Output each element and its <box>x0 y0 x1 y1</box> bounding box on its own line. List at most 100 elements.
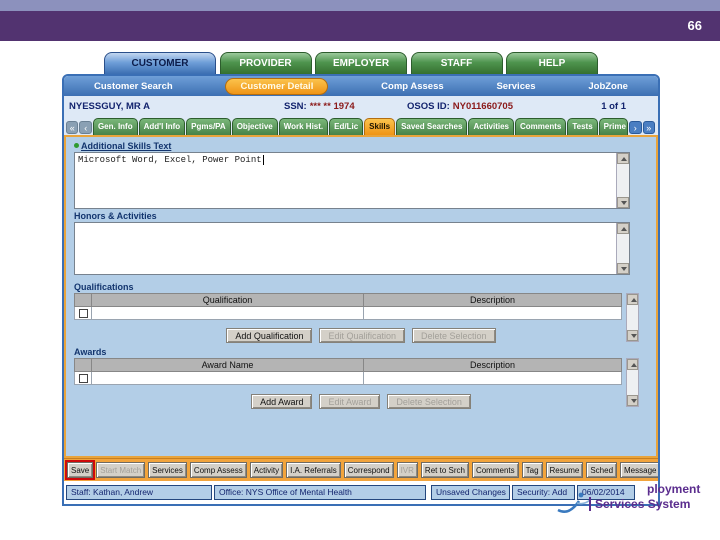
add-qualification-button[interactable]: Add Qualification <box>226 328 313 343</box>
subtab-ed-lic[interactable]: Ed/Lic <box>329 118 364 135</box>
save-button[interactable]: Save <box>64 460 96 480</box>
additional-skills-label: Additional Skills Text <box>74 141 656 151</box>
qual-name-cell[interactable] <box>92 307 364 320</box>
subtab-addl-info[interactable]: Add'l Info <box>138 118 186 135</box>
qualification-buttons: Add Qualification Edit Qualification Del… <box>66 328 656 343</box>
return-to-search-button[interactable]: Ret to Srch <box>420 462 469 478</box>
nav-customer-detail[interactable]: Customer Detail <box>225 77 329 95</box>
delete-award-button: Delete Selection <box>387 394 471 409</box>
honors-activities-label: Honors & Activities <box>74 211 157 221</box>
osos-logo-text-bottom: Services System <box>589 497 690 511</box>
subtab-saved-searches[interactable]: Saved Searches <box>396 118 468 135</box>
scroll-up-icon[interactable] <box>617 223 629 234</box>
comments-button[interactable]: Comments <box>471 462 519 478</box>
message-button[interactable]: Message <box>620 462 658 478</box>
subtab-work-hist[interactable]: Work Hist. <box>278 118 329 135</box>
subtab-comments[interactable]: Comments <box>515 118 567 135</box>
add-award-button[interactable]: Add Award <box>251 394 313 409</box>
customer-name: NYESSGUY, MR A <box>69 100 150 112</box>
osos-logo-swoosh-icon <box>556 488 592 523</box>
slide-page-number: 66 <box>687 18 702 33</box>
scroll-up-icon[interactable] <box>627 294 638 305</box>
services-button[interactable]: Services <box>148 462 187 478</box>
textarea-scrollbar[interactable] <box>616 153 629 208</box>
scroll-up-icon[interactable] <box>627 359 638 370</box>
customer-info-bar: NYESSGUY, MR A SSN: *** ** 1974 OSOS ID: N… <box>64 96 658 116</box>
subtab-prime[interactable]: Prime <box>598 118 629 135</box>
row-checkbox[interactable] <box>78 308 88 318</box>
qual-select-column-header <box>74 293 92 307</box>
scroll-down-icon[interactable] <box>617 197 629 208</box>
tab-provider[interactable]: PROVIDER <box>219 52 312 74</box>
subtab-skills[interactable]: Skills <box>364 118 396 135</box>
osos-application-window: CUSTOMER PROVIDER EMPLOYER STAFF HELP Cu… <box>62 52 660 506</box>
edit-award-button: Edit Award <box>319 394 381 409</box>
award-name-column-header: Award Name <box>92 358 364 372</box>
textarea-scrollbar[interactable] <box>616 223 629 274</box>
nav-services[interactable]: Services <box>496 81 535 92</box>
nav-comp-assess[interactable]: Comp Assess <box>381 81 443 92</box>
subtab-gen-info[interactable]: Gen. Info <box>92 118 138 135</box>
table-scrollbar[interactable] <box>626 293 639 342</box>
osos-logo-text-top: ployment <box>647 482 701 496</box>
table-row-select-cell <box>74 307 92 320</box>
resume-button[interactable]: Resume <box>545 462 584 478</box>
correspond-button[interactable]: Correspond <box>343 462 394 478</box>
award-buttons: Add Award Edit Award Delete Selection <box>66 394 656 409</box>
table-row-select-cell <box>74 372 92 385</box>
subtab-pgms-pa[interactable]: Pgms/PA <box>186 118 231 135</box>
award-select-column-header <box>74 358 92 372</box>
status-office: Office: NYS Office of Mental Health <box>214 485 426 500</box>
award-name-cell[interactable] <box>92 372 364 385</box>
nav-jobzone[interactable]: JobZone <box>588 81 628 92</box>
awards-label: Awards <box>74 347 107 357</box>
ia-referrals-button[interactable]: I.A. Referrals <box>286 462 341 478</box>
skills-panel: Additional Skills Text Microsoft Word, E… <box>64 135 658 458</box>
award-description-cell[interactable] <box>364 372 622 385</box>
subtab-tests[interactable]: Tests <box>567 118 598 135</box>
main-tab-bar: CUSTOMER PROVIDER EMPLOYER STAFF HELP <box>62 52 660 74</box>
subtab-activities[interactable]: Activities <box>468 118 515 135</box>
comp-assess-button[interactable]: Comp Assess <box>189 462 247 478</box>
subtab-last-icon[interactable]: » <box>642 121 655 134</box>
activity-button[interactable]: Activity <box>249 462 284 478</box>
start-match-button: Start Match <box>96 462 146 478</box>
slide-top-accent-bar <box>0 0 720 11</box>
nav-customer-search[interactable]: Customer Search <box>94 81 173 92</box>
sched-button[interactable]: Sched <box>586 462 618 478</box>
honors-activities-textarea[interactable] <box>74 222 630 275</box>
required-field-icon <box>74 143 79 148</box>
qual-column-header: Qualification <box>92 293 364 307</box>
qual-description-column-header: Description <box>364 293 622 307</box>
tab-customer[interactable]: CUSTOMER <box>104 52 216 74</box>
edit-qualification-button: Edit Qualification <box>319 328 406 343</box>
table-scrollbar[interactable] <box>626 358 639 407</box>
tag-button[interactable]: Tag <box>521 462 543 478</box>
scroll-up-icon[interactable] <box>617 153 629 164</box>
record-paging: 1 of 1 <box>601 100 626 112</box>
module-nav-bar: Customer Search Customer Detail Comp Ass… <box>64 76 658 96</box>
scroll-down-icon[interactable] <box>627 395 638 406</box>
subtab-first-icon[interactable]: « <box>66 121 79 134</box>
additional-skills-text: Microsoft Word, Excel, Power Point <box>78 155 262 165</box>
qualifications-label: Qualifications <box>74 282 134 292</box>
scroll-down-icon[interactable] <box>617 263 629 274</box>
detail-subtab-bar: « ‹ Gen. Info Add'l Info Pgms/PA Objecti… <box>64 116 658 135</box>
scroll-down-icon[interactable] <box>627 330 638 341</box>
slide-header-bar: 66 <box>0 11 720 41</box>
subtab-prev-icon[interactable]: ‹ <box>79 121 92 134</box>
subtab-objective[interactable]: Objective <box>231 118 278 135</box>
tab-staff[interactable]: STAFF <box>410 52 503 74</box>
delete-qualification-button: Delete Selection <box>412 328 496 343</box>
slide: 66 CUSTOMER PROVIDER EMPLOYER STAFF HELP… <box>0 0 720 540</box>
row-checkbox[interactable] <box>78 373 88 383</box>
customer-ssn: SSN: *** ** 1974 <box>284 100 355 112</box>
additional-skills-textarea[interactable]: Microsoft Word, Excel, Power Point <box>74 152 630 209</box>
subtab-next-icon[interactable]: › <box>629 121 642 134</box>
tab-employer[interactable]: EMPLOYER <box>315 52 407 74</box>
qual-description-cell[interactable] <box>364 307 622 320</box>
customer-osos-id: OSOS ID: NY011660705 <box>407 100 513 112</box>
tab-help[interactable]: HELP <box>506 52 598 74</box>
qualifications-table: Qualification Description <box>74 293 639 342</box>
window-frame: Customer Search Customer Detail Comp Ass… <box>62 74 660 506</box>
